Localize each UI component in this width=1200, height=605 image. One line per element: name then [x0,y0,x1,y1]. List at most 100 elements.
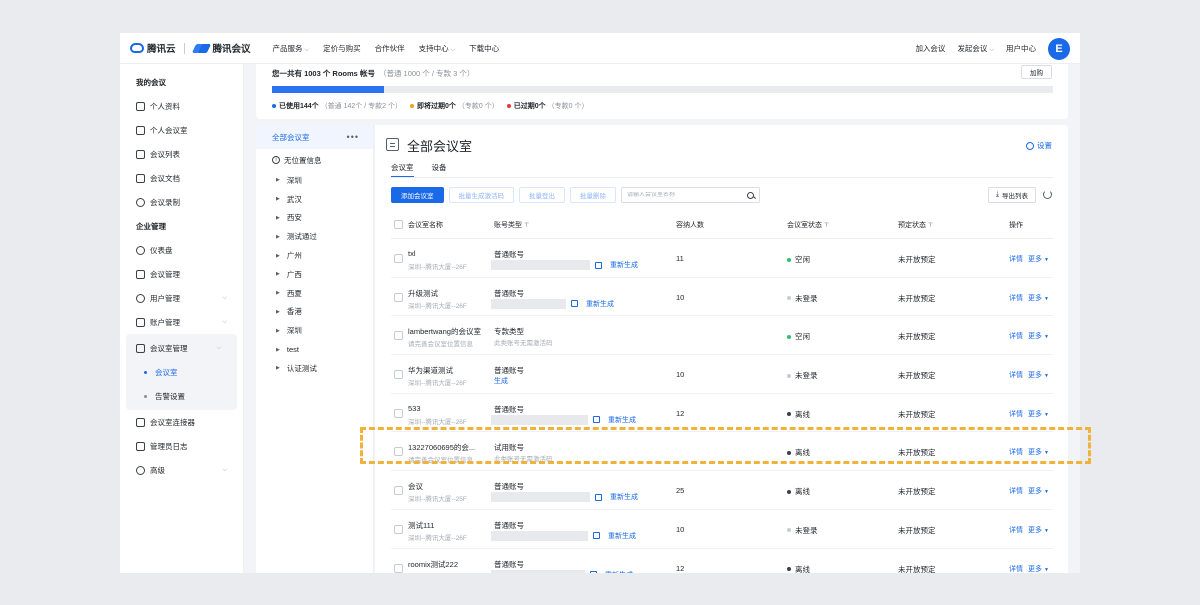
refresh-icon[interactable] [1043,190,1052,199]
caret-right-icon[interactable]: ▶ [276,196,280,202]
caret-right-icon[interactable]: ▶ [276,290,280,296]
user-center-link[interactable]: 用户中心 [1006,43,1036,54]
caret-right-icon[interactable]: ▶ [276,365,280,371]
sidebar-item[interactable]: 会议管理 [120,262,243,286]
nav-item-2[interactable]: 合作伙伴 [375,43,405,54]
sidebar-item[interactable]: 会议列表 [120,142,243,166]
more-menu[interactable]: 更多 ▼ [1028,372,1049,379]
batch-delete-button[interactable]: 批量删除 [570,187,616,203]
add-room-button[interactable]: 添加会议室 [391,187,444,203]
tree-node[interactable]: ▶ 广西 [256,265,373,284]
sidebar-item[interactable]: 会议室连接器 [120,410,243,434]
regenerate-link[interactable]: 重新生成 [610,260,638,270]
regenerate-link[interactable]: 重新生成 [605,570,633,574]
col-booking[interactable]: 预定状态 ⊤ [898,220,933,230]
more-menu[interactable]: 更多 ▼ [1028,333,1049,340]
select-all-checkbox[interactable] [394,220,403,229]
row-checkbox[interactable] [394,524,403,534]
copy-icon[interactable] [593,416,600,424]
sidebar-item[interactable]: 个人资料 [120,94,243,118]
tree-node[interactable]: ▶ 西夏 [256,284,373,303]
tab-rooms[interactable]: 会议室 [391,162,414,178]
regenerate-link[interactable]: 重新生成 [608,415,636,425]
nav-item-4[interactable]: 下载中心 [469,43,499,54]
filter-icon[interactable]: ⊤ [824,223,829,229]
sidebar-item[interactable]: 个人会议室 [120,118,243,142]
details-link[interactable]: 详情 [1009,411,1023,418]
caret-right-icon[interactable]: ▶ [276,177,280,183]
tree-node[interactable]: ▶ 广州 [256,246,373,265]
nav-item-1[interactable]: 定价与购买 [323,43,361,54]
tree-node[interactable]: ▶ 深圳 [256,321,373,340]
details-link[interactable]: 详情 [1009,256,1023,263]
details-link[interactable]: 详情 [1009,527,1023,534]
search-input[interactable] [627,192,737,198]
sidebar-item[interactable]: 会议文档 [120,166,243,190]
tree-node[interactable]: ▶ 武汉 [256,190,373,209]
nav-item-0[interactable]: 产品服务 ⌵ [273,43,310,54]
row-checkbox[interactable] [394,254,403,263]
row-checkbox[interactable] [394,563,403,573]
details-link[interactable]: 详情 [1009,488,1023,495]
buy-more-button[interactable]: 加购 [1021,65,1052,79]
start-meeting-menu[interactable]: 发起会议 ⌵ [957,43,994,54]
caret-right-icon[interactable]: ▶ [276,271,280,277]
sidebar-item[interactable]: 高级 ⌵ [120,458,243,482]
caret-right-icon[interactable]: ▶ [276,215,280,221]
sidebar-subitem[interactable]: 告警设置 [126,384,237,408]
caret-right-icon[interactable]: ▶ [276,253,280,259]
caret-right-icon[interactable]: ▶ [276,347,280,353]
tencent-cloud-logo[interactable]: 腾讯云 [130,41,176,55]
filter-icon[interactable]: ⊤ [928,223,933,229]
row-checkbox[interactable] [394,331,403,341]
tree-no-location[interactable]: i 无位置信息 [256,149,373,171]
more-icon[interactable]: ••• [347,132,359,142]
more-menu[interactable]: 更多 ▼ [1028,411,1049,418]
sidebar-item[interactable]: 管理员日志 [120,434,243,458]
col-status[interactable]: 会议室状态 ⊤ [787,220,829,230]
row-checkbox[interactable] [394,292,403,302]
sidebar-subitem[interactable]: 会议室 [126,360,237,384]
export-list-button[interactable]: ⤓ 导出列表 [987,187,1036,203]
col-type[interactable]: 账号类型 ⊤ [494,220,529,230]
row-checkbox[interactable] [394,486,403,496]
row-checkbox[interactable] [394,370,403,380]
batch-generate-codes-button[interactable]: 批量生成激活码 [448,187,514,203]
copy-icon[interactable] [593,532,600,540]
more-menu[interactable]: 更多 ▼ [1028,449,1049,456]
details-link[interactable]: 详情 [1009,333,1023,340]
row-checkbox[interactable] [394,408,403,418]
filter-icon[interactable]: ⊤ [524,223,529,229]
copy-icon[interactable] [595,261,602,269]
regenerate-link[interactable]: 重新生成 [610,492,638,502]
sidebar-item[interactable]: 会议室管理 ⌵ [126,336,237,360]
avatar[interactable]: E [1048,37,1070,60]
sidebar-item[interactable]: 账户管理 ⌵ [120,310,243,334]
tab-devices[interactable]: 设备 [432,162,447,178]
collapse-tree-icon[interactable] [386,138,399,151]
details-link[interactable]: 详情 [1009,449,1023,456]
tree-node[interactable]: ▶ 认证测试 [256,359,373,378]
regenerate-link[interactable]: 重新生成 [608,531,636,541]
join-meeting-link[interactable]: 加入会议 [915,43,945,54]
more-menu[interactable]: 更多 ▼ [1028,488,1049,495]
more-menu[interactable]: 更多 ▼ [1028,566,1049,573]
more-menu[interactable]: 更多 ▼ [1028,256,1049,263]
room-search[interactable] [621,187,760,203]
tencent-meeting-logo[interactable]: 腾讯会议 [191,41,251,55]
more-menu[interactable]: 更多 ▼ [1028,527,1049,534]
settings-link[interactable]: 设置 [1026,140,1052,151]
details-link[interactable]: 详情 [1009,295,1023,302]
tree-node[interactable]: ▶ test [256,340,373,359]
copy-icon[interactable] [571,300,578,308]
tree-node[interactable]: ▶ 西安 [256,209,373,228]
caret-right-icon[interactable]: ▶ [276,234,280,240]
caret-right-icon[interactable]: ▶ [276,309,280,315]
tree-node[interactable]: ▶ 深圳 [256,171,373,190]
row-checkbox[interactable] [394,447,403,457]
regenerate-link[interactable]: 重新生成 [586,299,614,309]
sidebar-item[interactable]: 用户管理 ⌵ [120,286,243,310]
more-menu[interactable]: 更多 ▼ [1028,295,1049,302]
generate-link[interactable]: 生成 [494,376,508,386]
sidebar-item[interactable]: 会议录制 [120,190,243,214]
